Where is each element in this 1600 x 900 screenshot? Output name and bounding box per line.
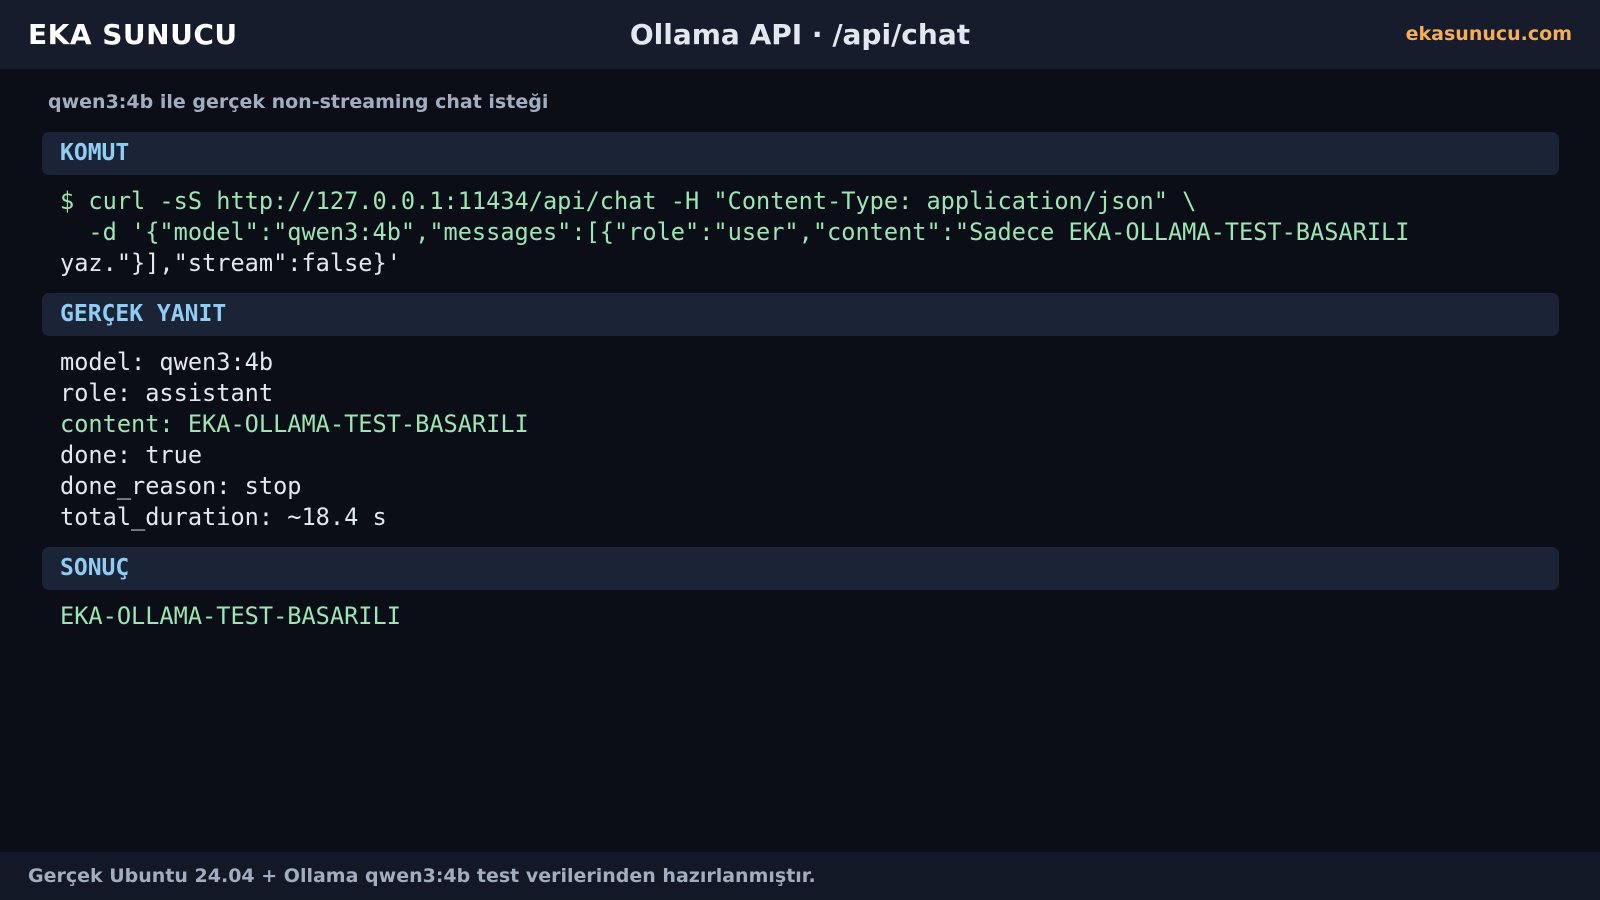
response-line-total-duration: total_duration: ~18.4 s	[60, 503, 387, 531]
command-section-header: KOMUT	[42, 132, 1559, 175]
result-section-header: SONUÇ	[42, 547, 1559, 590]
command-line: yaz."}],"stream":false}'	[60, 249, 401, 277]
site-link[interactable]: ekasunucu.com	[1406, 0, 1572, 69]
page-title: Ollama API · /api/chat	[629, 18, 971, 51]
footer-text: Gerçek Ubuntu 24.04 + Ollama qwen3:4b te…	[28, 865, 816, 887]
response-code-block: model: qwen3:4b role: assistant content: E…	[60, 347, 529, 533]
result-value: EKA-OLLAMA-TEST-BASARILI	[60, 602, 401, 630]
footer: Gerçek Ubuntu 24.04 + Ollama qwen3:4b te…	[0, 852, 1600, 900]
response-line-model: model: qwen3:4b	[60, 348, 274, 376]
brand-logo-text: EKA SUNUCU	[28, 18, 238, 51]
command-section-label: KOMUT	[60, 140, 130, 166]
top-bar: Ollama API · /api/chat EKA SUNUCU ekasun…	[0, 0, 1600, 69]
command-line: $ curl -sS http://127.0.0.1:11434/api/ch…	[60, 187, 1197, 215]
response-line-done: done: true	[60, 441, 203, 469]
page-subtitle: qwen3:4b ile gerçek non-streaming chat i…	[48, 91, 549, 113]
command-line: -d '{"model":"qwen3:4b","messages":[{"ro…	[60, 218, 1410, 246]
response-section-header: GERÇEK YANIT	[42, 293, 1559, 336]
response-line-content: content: EKA-OLLAMA-TEST-BASARILI	[60, 410, 529, 438]
response-line-role: role: assistant	[60, 379, 274, 407]
response-line-done-reason: done_reason: stop	[60, 472, 302, 500]
command-code-block: $ curl -sS http://127.0.0.1:11434/api/ch…	[60, 186, 1409, 279]
response-section-label: GERÇEK YANIT	[60, 301, 227, 327]
result-section-label: SONUÇ	[60, 555, 130, 581]
